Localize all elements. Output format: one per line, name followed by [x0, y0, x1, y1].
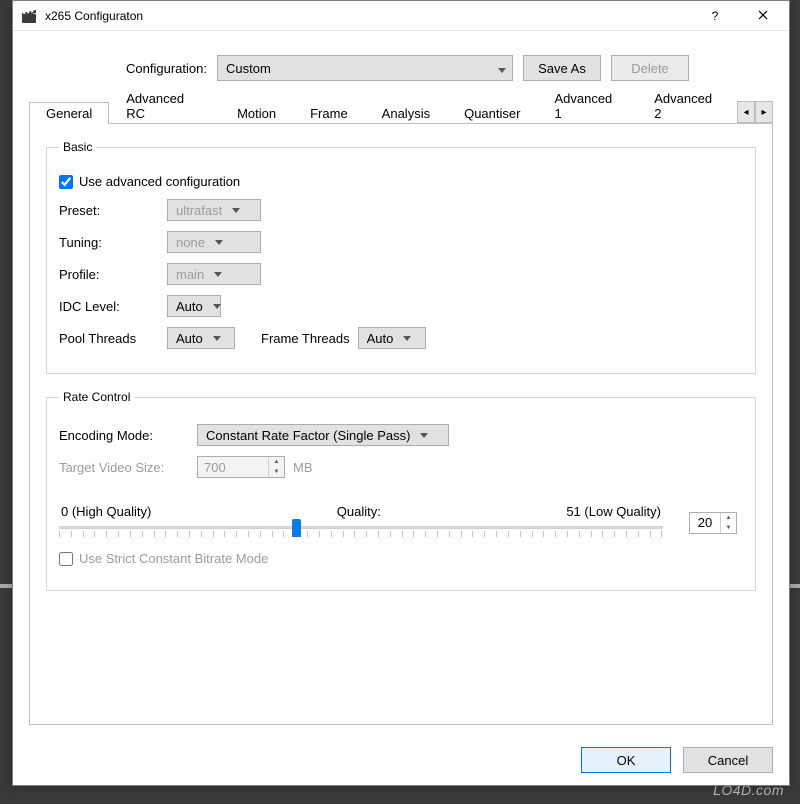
target-size-label: Target Video Size: [59, 460, 189, 475]
tab-scroll: ◂ ▸ [737, 101, 773, 123]
slider-thumb[interactable] [292, 519, 301, 537]
tab-frame[interactable]: Frame [293, 102, 365, 124]
idc-level-label: IDC Level: [59, 299, 159, 314]
tab-quantiser[interactable]: Quantiser [447, 102, 537, 124]
dialog-footer: OK Cancel [13, 735, 789, 785]
strict-cbr-checkbox-input[interactable] [59, 552, 73, 566]
dialog-title: x265 Configuraton [45, 9, 143, 23]
tab-scroll-left[interactable]: ◂ [737, 101, 755, 123]
quality-slider-labels: 0 (High Quality) Quality: 51 (Low Qualit… [59, 504, 663, 519]
frame-threads-label: Frame Threads [261, 331, 350, 346]
tab-general[interactable]: General [29, 102, 109, 124]
spin-up-icon: ▲ [269, 457, 284, 467]
chevron-down-icon [232, 205, 240, 216]
frame-threads-select[interactable]: Auto [358, 327, 426, 349]
encoding-mode-label: Encoding Mode: [59, 428, 189, 443]
tab-page-general: Basic Use advanced configuration Preset:… [29, 123, 773, 725]
triangle-left-icon: ◂ [743, 107, 748, 118]
preset-select: ultrafast [167, 199, 261, 221]
configuration-label: Configuration: [37, 61, 207, 76]
tuning-label: Tuning: [59, 235, 159, 250]
delete-button: Delete [611, 55, 689, 81]
tab-scroll-right[interactable]: ▸ [755, 101, 773, 123]
tabbar: General Advanced RC Motion Frame Analysi… [29, 97, 773, 123]
tab-advanced-1[interactable]: Advanced 1 [537, 87, 637, 124]
chevron-down-icon [420, 430, 428, 441]
basic-legend: Basic [59, 140, 96, 154]
chevron-down-icon [498, 61, 506, 76]
rate-control-group: Rate Control Encoding Mode: Constant Rat… [46, 390, 756, 591]
target-size-input: ▲▼ [197, 456, 285, 478]
spin-up-icon[interactable]: ▲ [721, 513, 736, 523]
profile-label: Profile: [59, 267, 159, 282]
pool-threads-label: Pool Threads [59, 331, 159, 346]
tab-advanced-2[interactable]: Advanced 2 [637, 87, 737, 124]
x265-config-dialog: x265 Configuraton ? Configuration: Custo… [12, 0, 790, 786]
chevron-down-icon [215, 237, 223, 248]
tab-motion[interactable]: Motion [220, 102, 293, 124]
idc-level-select[interactable]: Auto [167, 295, 221, 317]
quality-value-input[interactable]: ▲▼ [689, 512, 737, 534]
spin-down-icon[interactable]: ▼ [721, 523, 736, 533]
triangle-right-icon: ▸ [761, 107, 766, 118]
rate-control-legend: Rate Control [59, 390, 134, 404]
profile-select: main [167, 263, 261, 285]
target-size-unit: MB [293, 460, 313, 475]
chevron-down-icon [214, 269, 222, 280]
cancel-button[interactable]: Cancel [683, 747, 773, 773]
clapperboard-icon [21, 8, 37, 24]
configuration-select[interactable]: Custom [217, 55, 513, 81]
close-icon [758, 9, 768, 23]
ok-button[interactable]: OK [581, 747, 671, 773]
use-advanced-checkbox-input[interactable] [59, 175, 73, 189]
tuning-select: none [167, 231, 261, 253]
use-advanced-checkbox[interactable]: Use advanced configuration [59, 174, 240, 189]
titlebar: x265 Configuraton ? [13, 1, 789, 31]
pool-threads-select[interactable]: Auto [167, 327, 235, 349]
strict-cbr-checkbox[interactable]: Use Strict Constant Bitrate Mode [59, 551, 268, 566]
chevron-down-icon [213, 333, 221, 344]
help-button[interactable]: ? [695, 3, 735, 29]
preset-label: Preset: [59, 203, 159, 218]
question-icon: ? [712, 9, 719, 23]
save-as-button[interactable]: Save As [523, 55, 601, 81]
tab-advanced-rc[interactable]: Advanced RC [109, 87, 220, 124]
close-button[interactable] [743, 3, 783, 29]
quality-slider[interactable] [59, 519, 663, 541]
tab-analysis[interactable]: Analysis [365, 102, 447, 124]
spin-down-icon: ▼ [269, 467, 284, 477]
encoding-mode-select[interactable]: Constant Rate Factor (Single Pass) [197, 424, 449, 446]
chevron-down-icon [213, 301, 221, 312]
basic-group: Basic Use advanced configuration Preset:… [46, 140, 756, 374]
chevron-down-icon [403, 333, 411, 344]
